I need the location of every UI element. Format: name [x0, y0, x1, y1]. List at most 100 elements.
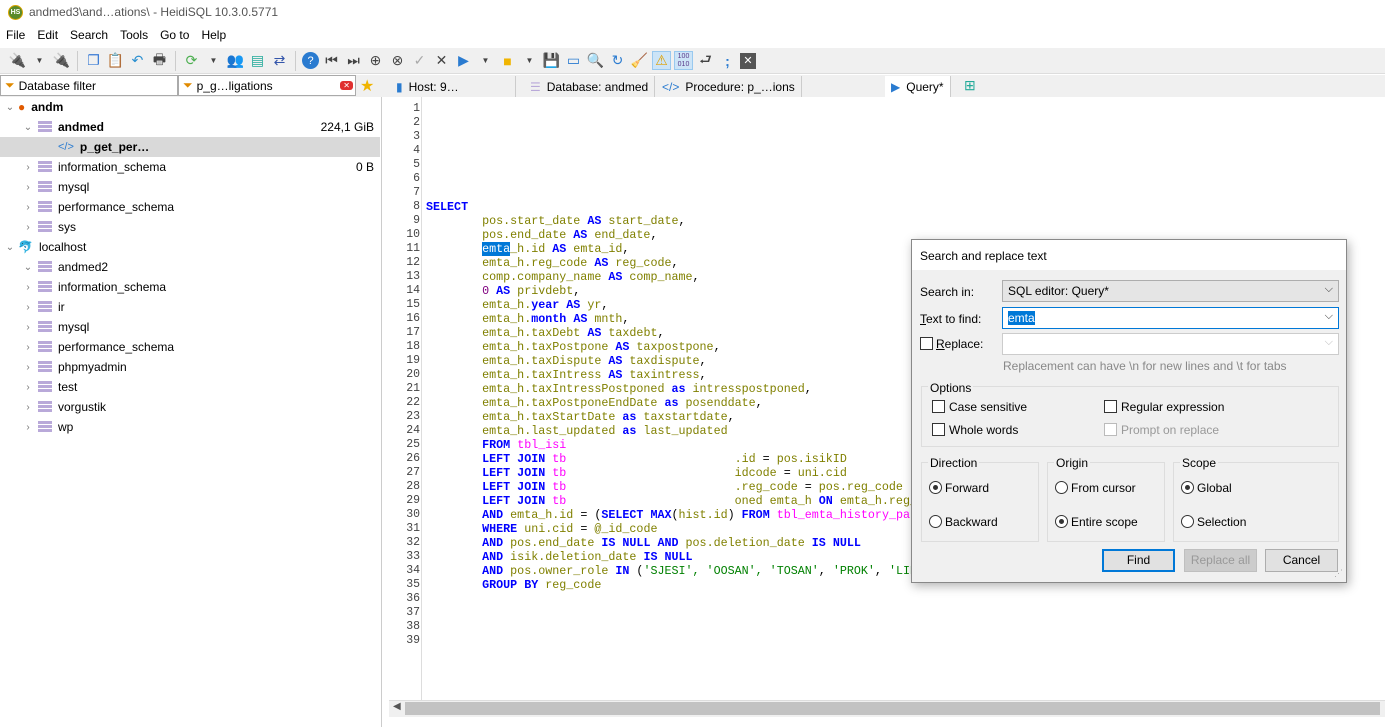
- export-csv-icon[interactable]: ▤: [248, 51, 267, 70]
- menu-tools[interactable]: Tools: [120, 28, 148, 46]
- tree-node[interactable]: › phpmyadmin: [0, 357, 380, 377]
- selection-radio[interactable]: [1181, 515, 1194, 528]
- find-button[interactable]: Find: [1102, 549, 1175, 572]
- refresh-icon[interactable]: ⟳: [182, 51, 201, 70]
- check-icon[interactable]: ✓: [410, 51, 429, 70]
- add-icon[interactable]: ⊕: [366, 51, 385, 70]
- dropdown-icon[interactable]: ▼: [476, 51, 495, 70]
- scrollbar-thumb[interactable]: [405, 702, 1380, 715]
- chevron-right-icon[interactable]: ›: [22, 202, 34, 213]
- chevron-right-icon[interactable]: ›: [22, 182, 34, 193]
- warning-icon[interactable]: ⚠: [652, 51, 671, 70]
- chevron-down-icon[interactable]: ⌄: [22, 122, 34, 133]
- user-manager-icon[interactable]: 👥: [226, 51, 245, 70]
- close-tab-icon[interactable]: ✕: [740, 52, 756, 69]
- tree-node[interactable]: › ir: [0, 297, 380, 317]
- tree-node[interactable]: ⌄ 🐬 localhost: [0, 237, 380, 257]
- clear-icon[interactable]: 🧹: [630, 51, 649, 70]
- favorites-star-icon[interactable]: ★: [360, 76, 374, 96]
- chevron-right-icon[interactable]: ›: [22, 282, 34, 293]
- chevron-right-icon[interactable]: ›: [22, 402, 34, 413]
- wrap-icon[interactable]: ⮐: [696, 51, 715, 70]
- chevron-right-icon[interactable]: ›: [22, 422, 34, 433]
- whole-words-checkbox[interactable]: [932, 423, 945, 436]
- chevron-down-icon[interactable]: ⌄: [4, 102, 16, 113]
- chevron-down-icon[interactable]: ⌄: [4, 242, 16, 253]
- copy-icon[interactable]: ❐: [84, 51, 103, 70]
- menu-file[interactable]: File: [6, 28, 25, 46]
- clear-filter-icon[interactable]: ✕: [340, 81, 353, 90]
- tree-node[interactable]: </> p_get_per…: [0, 137, 380, 157]
- case-sensitive-checkbox[interactable]: [932, 400, 945, 413]
- folder-icon[interactable]: ■: [498, 51, 517, 70]
- tab-procedure[interactable]: </> Procedure: p_…ions: [656, 76, 802, 97]
- chevron-right-icon[interactable]: ›: [22, 302, 34, 313]
- dropdown-icon[interactable]: ▼: [30, 51, 49, 70]
- search-in-select[interactable]: SQL editor: Query* ⌵: [1002, 280, 1339, 302]
- dropdown-icon[interactable]: ▼: [520, 51, 539, 70]
- chevron-right-icon[interactable]: ›: [22, 362, 34, 373]
- find-icon[interactable]: 🔍: [586, 51, 605, 70]
- chevron-down-icon[interactable]: ⌄: [22, 262, 34, 273]
- chevron-right-icon[interactable]: ›: [22, 382, 34, 393]
- tree-node[interactable]: ⌄ andmed2: [0, 257, 380, 277]
- tab-query[interactable]: ▶ Query*: [885, 76, 951, 97]
- find-replace-icon[interactable]: ↻: [608, 51, 627, 70]
- binary-icon[interactable]: 100 010: [674, 51, 693, 70]
- tree-node[interactable]: › information_schema 0 B: [0, 157, 380, 177]
- global-radio[interactable]: [1181, 481, 1194, 494]
- tree-node[interactable]: › performance_schema: [0, 197, 380, 217]
- tab-database[interactable]: ☰ Database: andmed: [524, 76, 656, 97]
- entire-scope-radio[interactable]: [1055, 515, 1068, 528]
- forward-radio[interactable]: [929, 481, 942, 494]
- backward-radio[interactable]: [929, 515, 942, 528]
- tree-node[interactable]: › test: [0, 377, 380, 397]
- replace-input[interactable]: ⌵: [1002, 333, 1339, 355]
- dropdown-icon[interactable]: ▼: [204, 51, 223, 70]
- database-filter-input[interactable]: ⏷ Database filter: [0, 75, 178, 96]
- transfer-icon[interactable]: ⇄: [270, 51, 289, 70]
- chevron-right-icon[interactable]: ›: [22, 342, 34, 353]
- save-as-icon[interactable]: ▭: [564, 51, 583, 70]
- tab-host[interactable]: ▮ Host: 9…: [390, 76, 516, 97]
- tree-node[interactable]: › vorgustik: [0, 397, 380, 417]
- print-icon[interactable]: 🖶: [150, 51, 169, 70]
- tree-node[interactable]: ⌄ ● andm: [0, 97, 380, 117]
- menu-edit[interactable]: Edit: [37, 28, 58, 46]
- tree-node[interactable]: › mysql: [0, 317, 380, 337]
- cancel-icon[interactable]: ✕: [432, 51, 451, 70]
- replace-all-button[interactable]: Replace all: [1184, 549, 1257, 572]
- save-icon[interactable]: 💾: [542, 51, 561, 70]
- prompt-on-replace-checkbox[interactable]: [1104, 423, 1117, 436]
- tree-node[interactable]: ⌄ andmed 224,1 GiB: [0, 117, 380, 137]
- menu-help[interactable]: Help: [201, 28, 226, 46]
- tree-node[interactable]: › mysql: [0, 177, 380, 197]
- undo-icon[interactable]: ↶: [128, 51, 147, 70]
- connect-icon[interactable]: 🔌: [8, 51, 27, 70]
- tree-node[interactable]: › information_schema: [0, 277, 380, 297]
- new-query-tab-icon[interactable]: ⊞: [964, 77, 976, 94]
- help-icon[interactable]: ?: [302, 52, 319, 69]
- chevron-right-icon[interactable]: ›: [22, 162, 34, 173]
- last-icon[interactable]: ⏭: [344, 51, 363, 70]
- tree-node[interactable]: › performance_schema: [0, 337, 380, 357]
- chevron-right-icon[interactable]: ›: [22, 322, 34, 333]
- delete-icon[interactable]: ⊗: [388, 51, 407, 70]
- tree-node[interactable]: › wp: [0, 417, 380, 437]
- resize-grip-icon[interactable]: ⋰: [1334, 568, 1343, 579]
- run-icon[interactable]: ▶: [454, 51, 473, 70]
- scroll-left-icon[interactable]: ◀: [393, 701, 401, 712]
- table-filter-input[interactable]: ⏷ p_g…ligations ✕: [178, 75, 356, 96]
- paste-icon[interactable]: 📋: [106, 51, 125, 70]
- chevron-right-icon[interactable]: ›: [22, 222, 34, 233]
- tree-node[interactable]: › sys: [0, 217, 380, 237]
- cancel-button[interactable]: Cancel: [1265, 549, 1338, 572]
- regular-expression-checkbox[interactable]: [1104, 400, 1117, 413]
- disconnect-icon[interactable]: 🔌: [52, 51, 71, 70]
- from-cursor-radio[interactable]: [1055, 481, 1068, 494]
- semicolon-icon[interactable]: ;: [718, 51, 737, 70]
- menu-goto[interactable]: Go to: [160, 28, 189, 46]
- text-to-find-input[interactable]: emta ⌵: [1002, 307, 1339, 329]
- replace-checkbox[interactable]: [920, 337, 933, 350]
- menu-search[interactable]: Search: [70, 28, 108, 46]
